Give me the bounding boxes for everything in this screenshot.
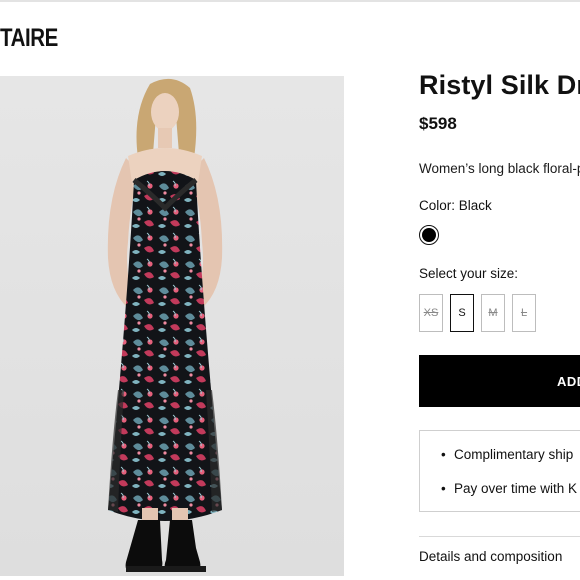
- add-to-bag-button[interactable]: ADD: [419, 355, 580, 407]
- size-option-m[interactable]: M: [481, 294, 505, 332]
- product-photo[interactable]: [0, 76, 344, 576]
- product-title: Ristyl Silk Dr: [419, 70, 580, 100]
- top-divider: [0, 0, 580, 2]
- color-label: Color: Black: [419, 198, 492, 213]
- info-item-shipping: Complimentary ship: [441, 447, 573, 462]
- size-selector: XS S M L: [419, 294, 536, 332]
- size-label: Select your size:: [419, 266, 519, 281]
- product-description: Women’s long black floral-p: [419, 161, 580, 176]
- shipping-info-box: Complimentary ship Pay over time with K: [419, 430, 580, 512]
- details-and-composition-toggle[interactable]: Details and composition: [419, 549, 562, 564]
- size-option-l[interactable]: L: [512, 294, 536, 332]
- brand-logo[interactable]: TAIRE: [0, 24, 58, 53]
- dress-model-illustration: [107, 78, 223, 572]
- section-divider: [419, 536, 580, 537]
- color-swatch-black[interactable]: [419, 225, 439, 245]
- product-page: TAIRE Ristyl Silk Dr $598 Women’s long b…: [0, 0, 580, 580]
- size-option-xs[interactable]: XS: [419, 294, 443, 332]
- color-swatch-dot: [422, 228, 436, 242]
- info-item-pay-over-time[interactable]: Pay over time with K: [441, 481, 577, 496]
- size-option-s[interactable]: S: [450, 294, 474, 332]
- product-price: $598: [419, 114, 457, 133]
